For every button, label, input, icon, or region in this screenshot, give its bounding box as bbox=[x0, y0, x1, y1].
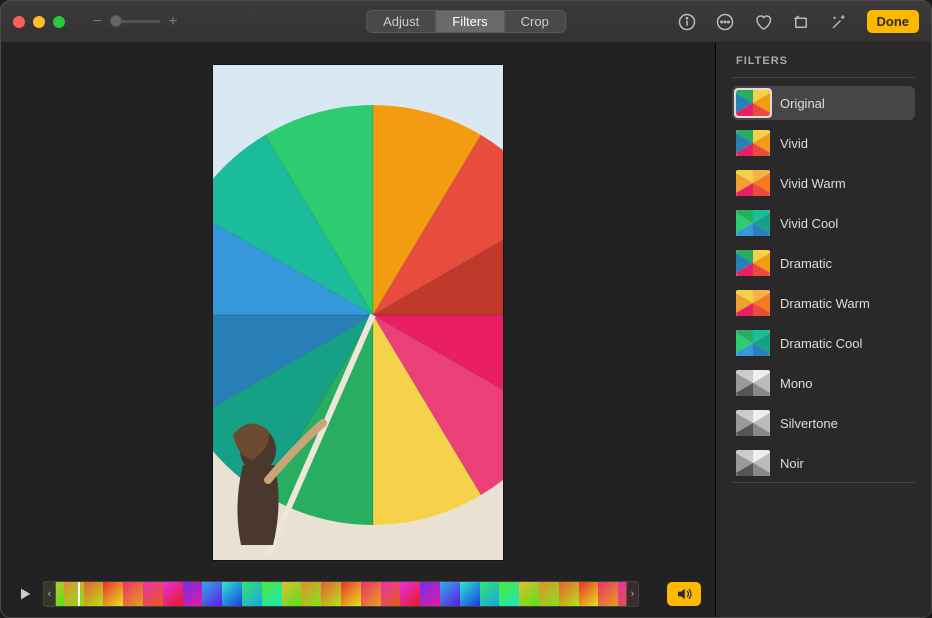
timeline-frames bbox=[44, 582, 638, 606]
window-controls bbox=[13, 16, 65, 28]
filter-item-dramatic-cool[interactable]: Dramatic Cool bbox=[732, 326, 915, 360]
toolbar-right: Done bbox=[673, 10, 920, 34]
filter-item-dramatic-warm[interactable]: Dramatic Warm bbox=[732, 286, 915, 320]
filter-thumbnail bbox=[736, 130, 770, 156]
timeline-frame bbox=[400, 582, 420, 606]
timeline-frame bbox=[539, 582, 559, 606]
video-timeline[interactable]: ‹ › bbox=[43, 581, 639, 607]
trim-handle-left[interactable]: ‹ bbox=[44, 582, 56, 606]
timeline-frame bbox=[163, 582, 183, 606]
timeline-frame bbox=[64, 582, 84, 606]
close-window-button[interactable] bbox=[13, 16, 25, 28]
favorite-icon[interactable] bbox=[749, 10, 777, 34]
timeline-frame bbox=[202, 582, 222, 606]
filter-thumbnail bbox=[736, 250, 770, 276]
timeline-frame bbox=[440, 582, 460, 606]
timeline-frame bbox=[460, 582, 480, 606]
maximize-window-button[interactable] bbox=[53, 16, 65, 28]
filter-list: Original Vivid Vivid Warm Vivid Cool Dramati… bbox=[732, 86, 915, 480]
done-button[interactable]: Done bbox=[867, 10, 920, 33]
timeline-frame bbox=[579, 582, 599, 606]
rotate-icon[interactable] bbox=[787, 10, 815, 34]
timeline-frame bbox=[381, 582, 401, 606]
playhead[interactable] bbox=[78, 581, 80, 607]
filter-label: Dramatic bbox=[780, 256, 832, 271]
filter-label: Silvertone bbox=[780, 416, 838, 431]
timeline-bar: ‹ › bbox=[1, 575, 715, 617]
filter-item-vivid[interactable]: Vivid bbox=[732, 126, 915, 160]
filter-item-silvertone[interactable]: Silvertone bbox=[732, 406, 915, 440]
minimize-window-button[interactable] bbox=[33, 16, 45, 28]
filter-label: Vivid Warm bbox=[780, 176, 846, 191]
timeline-frame bbox=[480, 582, 500, 606]
filter-label: Noir bbox=[780, 456, 804, 471]
timeline-frame bbox=[262, 582, 282, 606]
zoom-track[interactable] bbox=[110, 20, 160, 23]
timeline-frame bbox=[301, 582, 321, 606]
filter-thumbnail bbox=[736, 450, 770, 476]
filter-thumbnail bbox=[736, 370, 770, 396]
filter-thumbnail bbox=[736, 290, 770, 316]
filter-label: Vivid bbox=[780, 136, 808, 151]
timeline-frame bbox=[321, 582, 341, 606]
zoom-knob[interactable] bbox=[110, 15, 122, 27]
canvas bbox=[1, 43, 715, 575]
timeline-frame bbox=[519, 582, 539, 606]
timeline-frame bbox=[559, 582, 579, 606]
filter-label: Dramatic Warm bbox=[780, 296, 870, 311]
filter-item-vivid-cool[interactable]: Vivid Cool bbox=[732, 206, 915, 240]
filter-item-mono[interactable]: Mono bbox=[732, 366, 915, 400]
more-icon[interactable] bbox=[711, 10, 739, 34]
filter-label: Original bbox=[780, 96, 825, 111]
timeline-frame bbox=[183, 582, 203, 606]
timeline-frame bbox=[598, 582, 618, 606]
zoom-in-icon: + bbox=[168, 13, 177, 31]
tab-adjust[interactable]: Adjust bbox=[367, 11, 436, 32]
timeline-frame bbox=[242, 582, 262, 606]
filter-label: Mono bbox=[780, 376, 813, 391]
filter-thumbnail bbox=[736, 330, 770, 356]
filter-label: Dramatic Cool bbox=[780, 336, 862, 351]
photos-edit-window: − + Adjust Filters Crop Done bbox=[0, 0, 932, 618]
sidebar-divider bbox=[732, 482, 915, 483]
filters-sidebar: FILTERS Original Vivid Vivid Warm Vivid Coo… bbox=[715, 43, 931, 617]
filter-thumbnail bbox=[736, 170, 770, 196]
filter-thumbnail bbox=[736, 90, 770, 116]
preview-image[interactable] bbox=[213, 65, 503, 560]
timeline-frame bbox=[123, 582, 143, 606]
auto-enhance-icon[interactable] bbox=[825, 10, 853, 34]
timeline-frame bbox=[143, 582, 163, 606]
content-area: ‹ › FILTERS Original Vivid Vivid Warm Vivid… bbox=[1, 43, 931, 617]
filter-item-dramatic[interactable]: Dramatic bbox=[732, 246, 915, 280]
filter-label: Vivid Cool bbox=[780, 216, 838, 231]
edit-mode-tabs: Adjust Filters Crop bbox=[366, 10, 566, 33]
timeline-frame bbox=[499, 582, 519, 606]
tab-filters[interactable]: Filters bbox=[436, 11, 504, 32]
sidebar-title: FILTERS bbox=[736, 55, 915, 67]
main-preview-area: ‹ › bbox=[1, 43, 715, 617]
timeline-frame bbox=[84, 582, 104, 606]
timeline-frame bbox=[361, 582, 381, 606]
timeline-frame bbox=[420, 582, 440, 606]
filter-item-original[interactable]: Original bbox=[732, 86, 915, 120]
filter-item-vivid-warm[interactable]: Vivid Warm bbox=[732, 166, 915, 200]
titlebar: − + Adjust Filters Crop Done bbox=[1, 1, 931, 43]
filter-thumbnail bbox=[736, 410, 770, 436]
trim-handle-right[interactable]: › bbox=[626, 582, 638, 606]
info-icon[interactable] bbox=[673, 10, 701, 34]
timeline-frame bbox=[282, 582, 302, 606]
play-button[interactable] bbox=[15, 585, 35, 603]
timeline-frame bbox=[341, 582, 361, 606]
filter-thumbnail bbox=[736, 210, 770, 236]
zoom-slider[interactable]: − + bbox=[93, 13, 178, 31]
audio-toggle-button[interactable] bbox=[667, 582, 701, 606]
sidebar-divider bbox=[732, 77, 915, 78]
timeline-frame bbox=[222, 582, 242, 606]
tab-crop[interactable]: Crop bbox=[505, 11, 565, 32]
timeline-frame bbox=[103, 582, 123, 606]
filter-item-noir[interactable]: Noir bbox=[732, 446, 915, 480]
zoom-out-icon: − bbox=[93, 13, 102, 31]
